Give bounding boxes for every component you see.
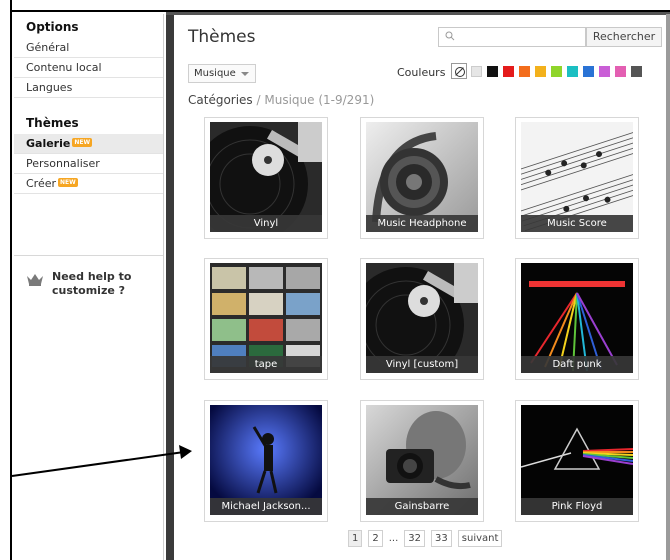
annotation-arrow	[11, 445, 192, 477]
